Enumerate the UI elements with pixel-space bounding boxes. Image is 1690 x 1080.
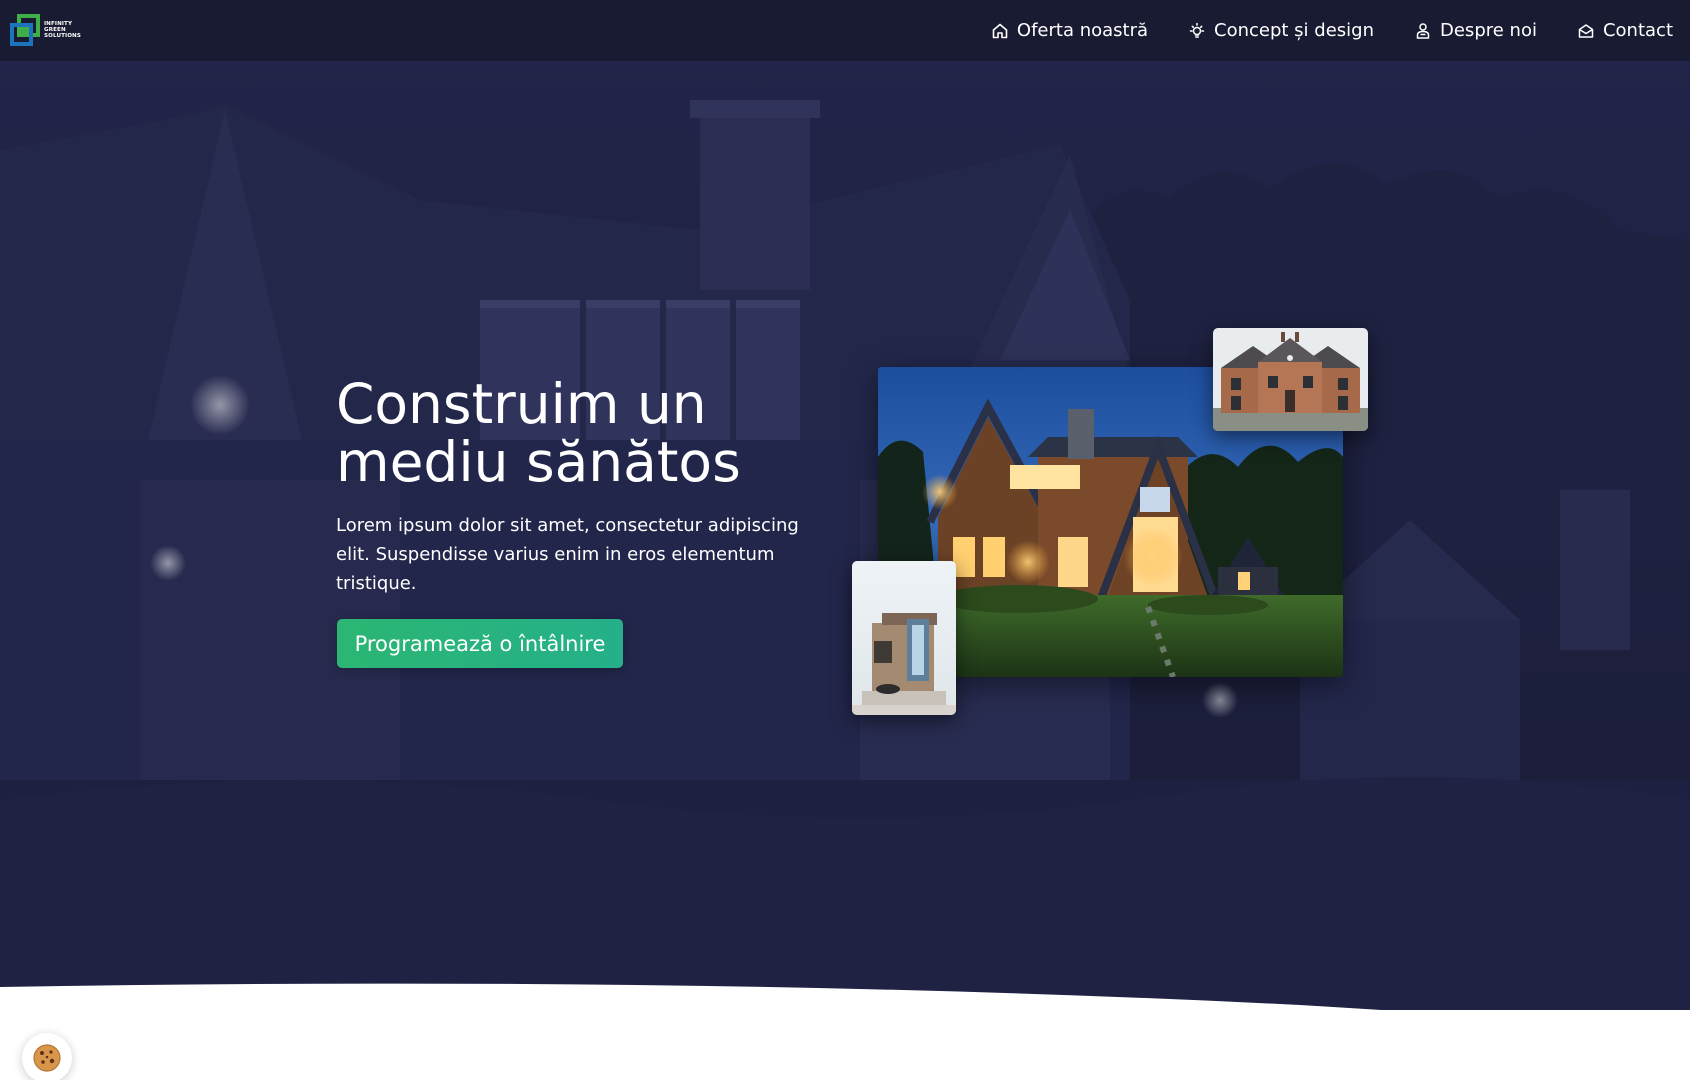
hero-title-line-2: mediu sănătos <box>336 430 741 494</box>
nav-item-contact[interactable]: Contact <box>1577 20 1673 41</box>
nav-label-concept: Concept și design <box>1214 20 1374 41</box>
modern-building-image <box>852 561 956 715</box>
hero-background-image <box>0 0 1690 1010</box>
hero-section <box>0 0 1690 1010</box>
page: INFINITY GREEN SOLUTIONS Oferta noastră <box>0 0 1690 1080</box>
brand-logo[interactable]: INFINITY GREEN SOLUTIONS <box>10 14 81 46</box>
navbar: INFINITY GREEN SOLUTIONS Oferta noastră <box>0 0 1690 61</box>
cookie-settings-button[interactable] <box>22 1033 72 1080</box>
cookie-icon <box>33 1044 61 1072</box>
schedule-meeting-button[interactable]: Programează o întâlnire <box>337 619 623 668</box>
envelope-open-icon <box>1577 22 1595 40</box>
hero-description: Lorem ipsum dolor sit amet, consectetur … <box>336 515 799 594</box>
brick-townhouse-image <box>1213 328 1368 431</box>
logo-text: INFINITY GREEN SOLUTIONS <box>44 21 81 39</box>
users-icon <box>1414 22 1432 40</box>
logo-line-3: SOLUTIONS <box>44 33 81 39</box>
home-icon <box>991 22 1009 40</box>
nav-item-despre[interactable]: Despre noi <box>1414 20 1537 41</box>
lightbulb-icon <box>1188 22 1206 40</box>
nav-links: Oferta noastră Concept și design Despre … <box>991 0 1673 61</box>
hero-title: Construim un mediu sănătos <box>336 375 856 491</box>
hero-bottom-wave <box>0 983 1382 1010</box>
nav-label-despre: Despre noi <box>1440 20 1537 41</box>
nav-label-oferta: Oferta noastră <box>1016 20 1149 41</box>
nav-item-oferta[interactable]: Oferta noastră <box>991 20 1148 41</box>
nav-label-contact: Contact <box>1602 20 1673 41</box>
hero-title-line-1: Construim un <box>336 372 707 436</box>
logo-icon <box>10 14 40 46</box>
nav-item-concept[interactable]: Concept și design <box>1188 20 1374 41</box>
